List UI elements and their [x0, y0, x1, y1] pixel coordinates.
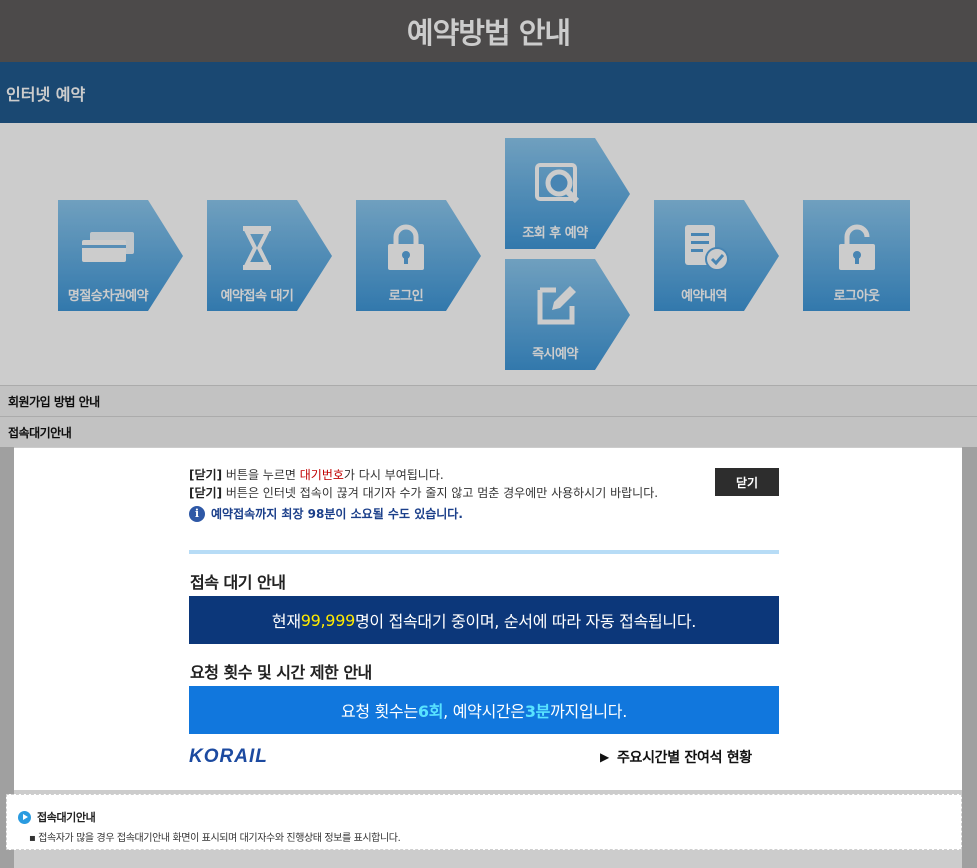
seat-status-link[interactable]: ▶ 주요시간별 잔여석 현황 [600, 747, 752, 767]
notice-line-2: [닫기] 버튼은 인터넷 접속이 끊겨 대기자 수가 줄지 않고 멈춘 경우에만… [189, 484, 689, 502]
limit-time: 3분 [524, 702, 551, 721]
info-icon: i [189, 506, 205, 522]
limit-status-box: 요청 횟수는 6회, 예약시간은 3분 까지입니다. [189, 686, 779, 734]
bottom-description: ▪ 접속자가 많을 경우 접속대기안내 화면이 표시되며 대기자수와 진행상태 … [29, 833, 401, 844]
popup-notice: [닫기] 버튼을 누르면 대기번호가 다시 부여됩니다. [닫기] 버튼은 인터… [189, 466, 689, 523]
close-ref: [닫기] [189, 486, 223, 500]
limit-text: 요청 횟수는 [341, 702, 418, 721]
wait-count: 99,999 [300, 610, 355, 630]
notice-text: 버튼은 인터넷 접속이 끊겨 대기자 수가 줄지 않고 멈춘 경우에만 사용하시… [222, 486, 659, 500]
bottom-info-box: 접속대기안내 ▪ 접속자가 많을 경우 접속대기안내 화면이 표시되며 대기자수… [6, 794, 962, 850]
wait-text: 현재 [271, 612, 301, 631]
wait-heading: 접속 대기 안내 [190, 573, 286, 592]
limit-heading: 요청 횟수 및 시간 제한 안내 [190, 663, 372, 682]
wait-number-text: 대기번호 [299, 468, 344, 482]
bottom-title-row: 접속대기안내 [18, 809, 96, 825]
play-circle-icon [18, 810, 31, 824]
limit-text: 까지입니다. [550, 702, 627, 721]
notice-info: i 예약접속까지 최장 98분이 소요될 수도 있습니다. [189, 505, 689, 523]
close-ref: [닫기] [189, 468, 223, 482]
bottom-title: 접속대기안내 [37, 811, 96, 824]
wait-text: 명이 접속대기 중이며, 순서에 따라 자동 접속됩니다. [354, 612, 697, 631]
divider [189, 550, 779, 554]
notice-text: 가 다시 부여됩니다. [343, 468, 444, 482]
close-button[interactable]: 닫기 [715, 468, 779, 496]
wait-status-box: 현재 99,999 명이 접속대기 중이며, 순서에 따라 자동 접속됩니다. [189, 596, 779, 644]
notice-text: 버튼을 누르면 [222, 468, 300, 482]
waiting-popup: [닫기] 버튼을 누르면 대기번호가 다시 부여됩니다. [닫기] 버튼은 인터… [14, 448, 962, 790]
info-text: 예약접속까지 최장 98분이 소요될 수도 있습니다. [211, 507, 463, 521]
limit-text: , 예약시간은 [443, 702, 525, 721]
notice-line-1: [닫기] 버튼을 누르면 대기번호가 다시 부여됩니다. [189, 466, 689, 484]
seat-status-label: 주요시간별 잔여석 현황 [616, 750, 752, 766]
play-arrow-icon: ▶ [600, 750, 609, 764]
korail-logo: KORAIL [189, 746, 268, 767]
limit-count: 6회 [417, 702, 444, 721]
